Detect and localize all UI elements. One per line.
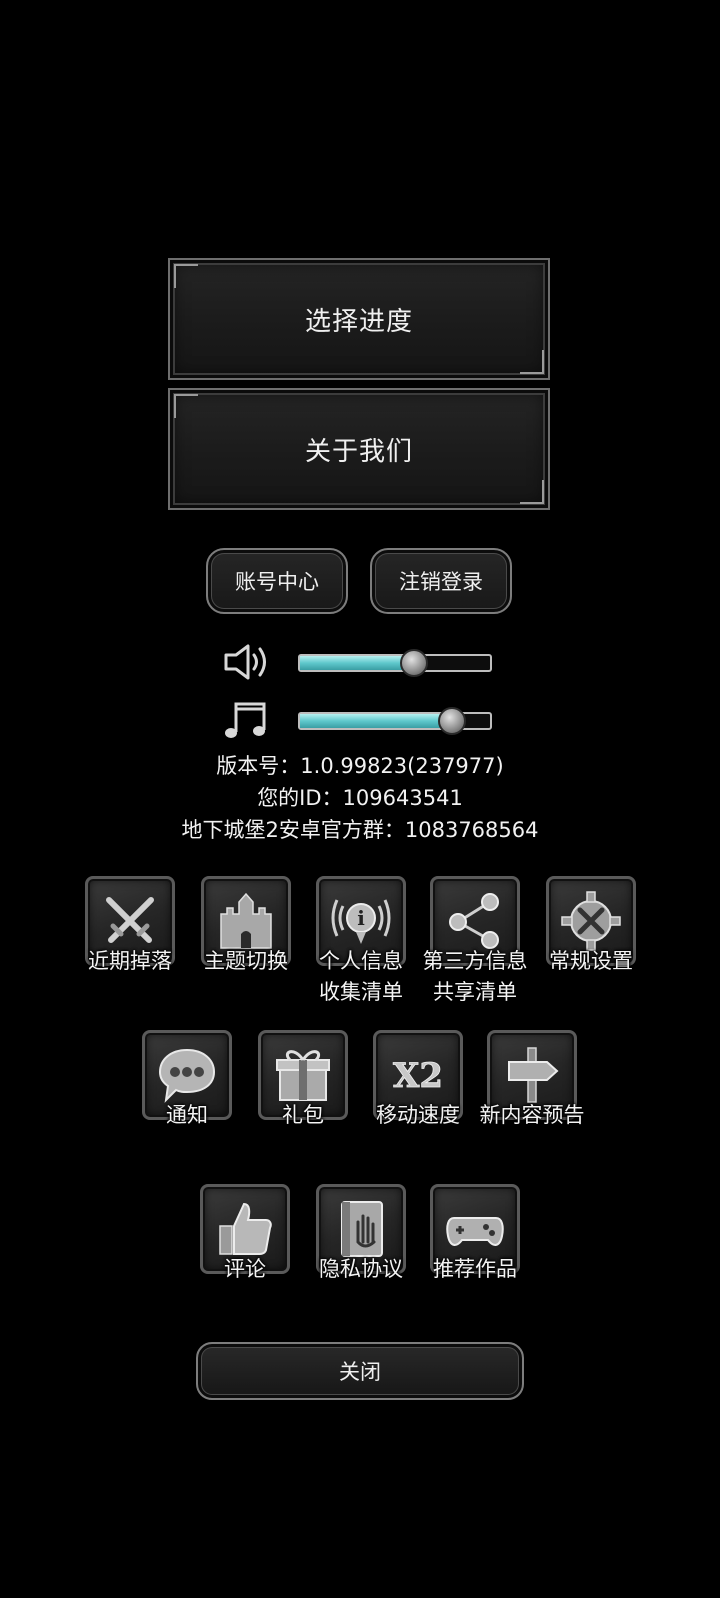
logout-label: 注销登录	[399, 570, 483, 594]
signpost-icon	[508, 1047, 559, 1103]
music-slider-thumb[interactable]	[438, 707, 467, 735]
gamepad-icon	[446, 1217, 504, 1246]
theme-switch-label: 主题切换	[204, 949, 288, 973]
third-party-share-list-label: 第三方信息 共享清单	[422, 949, 528, 1004]
account-center-label: 账号中心	[235, 570, 319, 594]
sound-slider-fill	[300, 656, 413, 670]
x2-speed-text: X2	[393, 1056, 443, 1096]
crossed-swords-icon	[106, 897, 154, 943]
music-volume-row	[222, 698, 492, 742]
privacy-policy-label: 隐私协议	[319, 1257, 403, 1281]
thumbs-up-icon	[219, 1202, 272, 1255]
version-text: 版本号：1.0.99823(237977)	[216, 754, 504, 778]
recent-drops-label: 近期掉落	[88, 949, 172, 973]
x2-speed-icon: X2	[393, 1056, 444, 1097]
chat-bubble-icon	[158, 1048, 216, 1103]
gift-icon	[276, 1050, 330, 1101]
select-progress-button[interactable]: 选择进度	[168, 258, 550, 380]
general-settings-label: 常规设置	[549, 949, 633, 973]
about-us-button[interactable]: 关于我们	[168, 388, 550, 510]
music-note-icon	[225, 702, 266, 738]
move-speed-label: 移动速度	[376, 1103, 460, 1127]
sound-slider-thumb[interactable]	[400, 649, 429, 677]
recommended-works-label: 推荐作品	[433, 1257, 517, 1281]
music-slider[interactable]	[298, 707, 492, 735]
privacy-book-icon	[341, 1201, 383, 1257]
review-label: 评论	[224, 1257, 266, 1281]
logout-button[interactable]: 注销登录	[370, 548, 512, 614]
svg-text:i: i	[357, 906, 365, 930]
group-text: 地下城堡2安卓官方群：1083768564	[181, 818, 539, 842]
gift-pack-label: 礼包	[282, 1103, 324, 1127]
music-slider-fill	[300, 714, 451, 728]
info-broadcast-icon: i	[331, 899, 391, 944]
sound-volume-row	[222, 640, 492, 684]
speaker-icon	[224, 644, 266, 680]
close-button[interactable]: 关闭	[196, 1342, 524, 1400]
new-content-preview-label: 新内容预告	[479, 1103, 585, 1127]
notification-label: 通知	[166, 1103, 208, 1127]
personal-info-list-label: 个人信息 收集清单	[319, 949, 403, 1004]
user-id-text: 您的ID：109643541	[257, 786, 463, 810]
sound-slider[interactable]	[298, 649, 492, 677]
castle-icon	[220, 892, 272, 949]
about-us-label: 关于我们	[304, 436, 413, 467]
share-icon	[449, 893, 499, 949]
account-center-button[interactable]: 账号中心	[206, 548, 348, 614]
select-progress-label: 选择进度	[304, 306, 413, 337]
gear-tools-icon	[561, 891, 621, 951]
close-label: 关闭	[339, 1360, 381, 1384]
